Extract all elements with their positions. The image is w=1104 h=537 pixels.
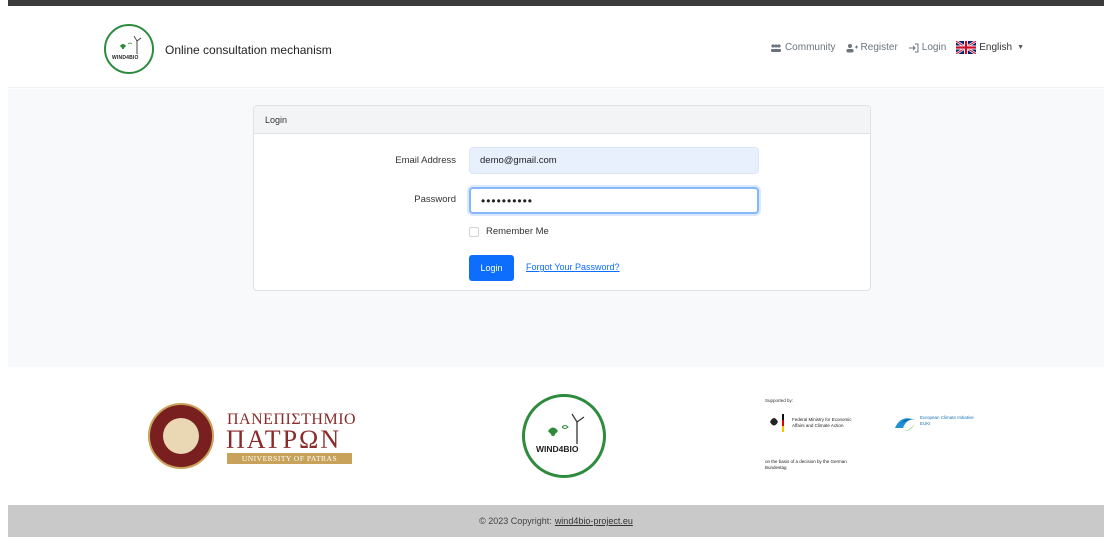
- forgot-password-link[interactable]: Forgot Your Password?: [526, 262, 620, 272]
- login-card-header: Login: [254, 106, 870, 134]
- site-title[interactable]: Online consultation mechanism: [165, 43, 332, 57]
- nav-register[interactable]: Register: [846, 42, 898, 53]
- footer-logo-text: WIND4BIO: [536, 444, 579, 454]
- sign-in-icon: [908, 43, 919, 52]
- copyright-bar: © 2023 Copyright: wind4bio-project.eu: [8, 505, 1104, 537]
- remember-me-label[interactable]: Remember Me: [486, 226, 549, 237]
- euki-logo-icon: [895, 418, 915, 432]
- email-label: Email Address: [395, 155, 456, 166]
- email-input[interactable]: demo@gmail.com: [469, 147, 759, 174]
- copyright-link[interactable]: wind4bio-project.eu: [555, 516, 633, 526]
- main-content: Login Email Address demo@gmail.com Passw…: [8, 89, 1104, 367]
- nav-community[interactable]: Community: [770, 42, 836, 53]
- nav-register-label: Register: [860, 42, 898, 53]
- user-plus-icon: [846, 43, 858, 52]
- ministry-text: Federal Ministry for Economic Affairs an…: [792, 417, 852, 428]
- caret-down-icon: ▼: [1017, 44, 1024, 51]
- footer-logos: ΠΑΝΕΠΙΣΤΗΜΙΟ ΠΑΤΡΩΝ UNIVERSITY OF PATRAS…: [8, 367, 1104, 505]
- nav-login[interactable]: Login: [908, 42, 946, 53]
- nav-links: Community Register Login English ▼: [770, 41, 1024, 54]
- university-of-patras-seal: [148, 403, 214, 469]
- language-label: English: [979, 42, 1013, 53]
- nav-login-label: Login: [921, 42, 947, 53]
- people-icon: [770, 43, 781, 52]
- uk-flag-icon: [956, 41, 977, 54]
- ministry-basis-text: on the basis of a decision by the German…: [765, 459, 847, 470]
- wind4bio-logo[interactable]: WIND4BIO: [104, 24, 154, 74]
- wind-turbine-leaf-icon: [548, 413, 585, 444]
- brand-logo-text: WIND4BIO: [112, 55, 139, 61]
- language-dropdown[interactable]: English ▼: [956, 41, 1024, 54]
- password-label: Password: [414, 194, 456, 205]
- login-button[interactable]: Login: [469, 255, 514, 281]
- password-input[interactable]: ••••••••••: [469, 187, 759, 214]
- nav-community-label: Community: [784, 42, 836, 53]
- navbar: WIND4BIO Online consultation mechanism C…: [8, 6, 1104, 88]
- wind4bio-footer-logo: WIND4BIO: [522, 394, 606, 478]
- supported-by-label: Supported by:: [765, 398, 794, 403]
- euki-text: European Climate Initiative EUKI: [920, 415, 974, 426]
- university-name-greek-2: ΠΑΤΡΩΝ: [226, 425, 342, 454]
- university-name-english: UNIVERSITY OF PATRAS: [227, 453, 352, 464]
- german-eagle-flag-icon: [770, 414, 784, 432]
- login-card: Login Email Address demo@gmail.com Passw…: [253, 105, 871, 291]
- copyright-text: © 2023 Copyright:: [479, 516, 552, 526]
- wind-turbine-leaf-icon: [120, 35, 142, 54]
- remember-me-checkbox[interactable]: [469, 227, 479, 237]
